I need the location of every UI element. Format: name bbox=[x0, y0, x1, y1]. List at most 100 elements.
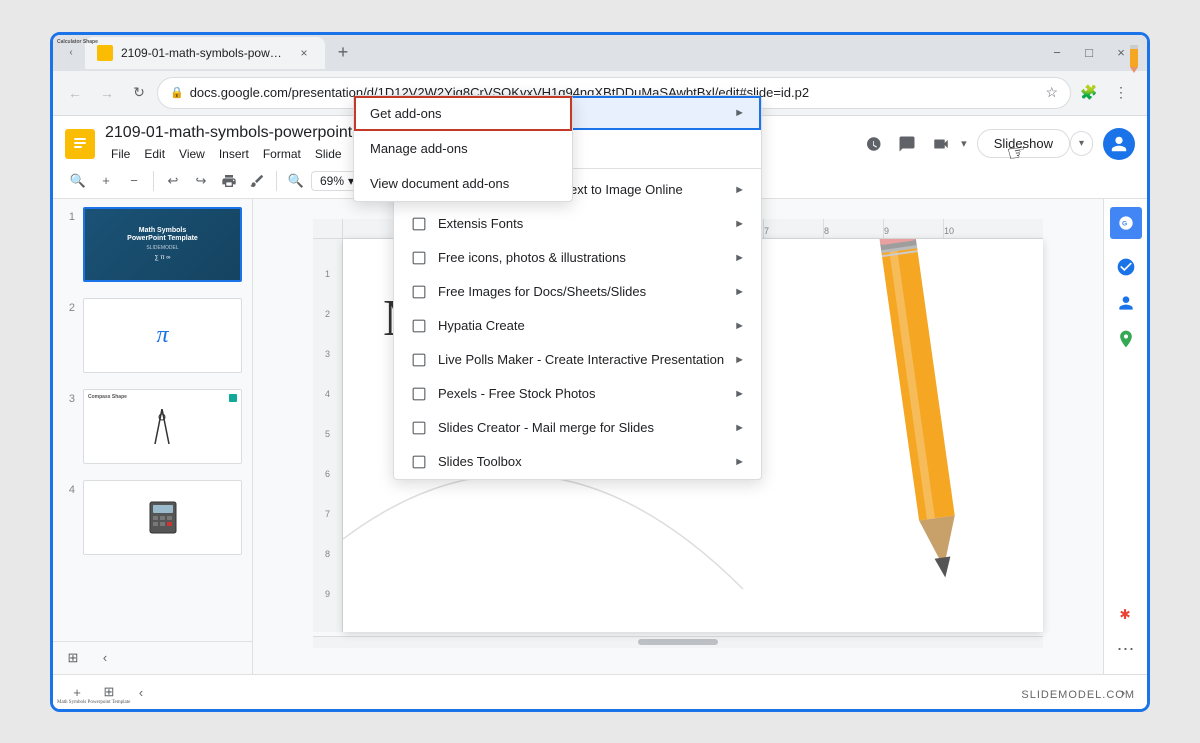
slide-preview-3: Compass Shape bbox=[83, 389, 242, 464]
zoom-value: 69% bbox=[320, 174, 344, 188]
slides-creator-chevron: ► bbox=[734, 422, 745, 434]
browser-menu-icon[interactable]: ⋮ bbox=[1107, 79, 1135, 107]
sidebar-google-icon[interactable]: G bbox=[1110, 207, 1142, 239]
slide-num-1: 1 bbox=[63, 211, 75, 223]
comments-icon[interactable] bbox=[893, 130, 921, 158]
sidebar-person-icon[interactable] bbox=[1110, 287, 1142, 319]
menu-view[interactable]: View bbox=[173, 144, 211, 164]
sidebar-asterisk-icon[interactable]: ✱ bbox=[1110, 598, 1142, 630]
thumb-content-4: Calculator Shape bbox=[84, 481, 241, 554]
sidebar-more-icon[interactable]: ⋯ bbox=[1110, 634, 1142, 666]
menu-edit[interactable]: Edit bbox=[138, 144, 171, 164]
extensions-icon[interactable]: 🧩 bbox=[1075, 79, 1103, 107]
free-images-label: Free Images for Docs/Sheets/Slides bbox=[438, 284, 646, 299]
thumb-compass bbox=[84, 404, 241, 454]
slideshow-area: Slideshow ▾ bbox=[977, 129, 1093, 158]
toolbar-zoom-out[interactable]: − bbox=[121, 168, 147, 194]
tab-close-button[interactable]: × bbox=[295, 44, 313, 62]
toolbar-zoom-search[interactable]: 🔍 bbox=[283, 168, 309, 194]
slide-thumb-3[interactable]: 3 Compass Shape bbox=[53, 381, 252, 472]
back-button[interactable]: ← bbox=[61, 79, 89, 107]
close-window-button[interactable]: × bbox=[1111, 45, 1131, 60]
camera-icon[interactable] bbox=[927, 130, 955, 158]
panel-collapse-button[interactable]: ‹ bbox=[93, 646, 117, 670]
toolbar-divider-2 bbox=[276, 171, 277, 191]
slide-num-4: 4 bbox=[63, 484, 75, 496]
tab-scroll-left[interactable]: ‹ bbox=[61, 43, 81, 63]
menu-item-free-images[interactable]: Free Images for Docs/Sheets/Slides ► bbox=[394, 275, 761, 309]
menu-item-pexels[interactable]: Pexels - Free Stock Photos ► bbox=[394, 377, 761, 411]
forward-button[interactable]: → bbox=[93, 79, 121, 107]
history-icon[interactable] bbox=[859, 130, 887, 158]
live-polls-label: Live Polls Maker - Create Interactive Pr… bbox=[438, 352, 724, 367]
svg-text:G: G bbox=[1122, 220, 1127, 227]
menu-item-hypatia[interactable]: Hypatia Create ► bbox=[394, 309, 761, 343]
slides-toolbox-label: Slides Toolbox bbox=[438, 454, 522, 469]
slides-toolbox-icon bbox=[410, 453, 428, 471]
sidebar-maps-icon[interactable] bbox=[1110, 323, 1142, 355]
ruler-tick-9: 9 bbox=[883, 219, 889, 238]
grid-view-button[interactable]: ⊞ bbox=[61, 646, 85, 670]
menu-item-live-polls[interactable]: Live Polls Maker - Create Interactive Pr… bbox=[394, 343, 761, 377]
menu-item-extensis[interactable]: Extensis Fonts ► bbox=[394, 207, 761, 241]
menu-format[interactable]: Format bbox=[257, 144, 307, 164]
extensis-label: Extensis Fonts bbox=[438, 216, 523, 231]
toolbar-undo[interactable]: ↩ bbox=[160, 168, 186, 194]
share-button[interactable] bbox=[1103, 128, 1135, 160]
tab-title: 2109-01-math-symbols-powerp... bbox=[121, 46, 287, 60]
minimize-button[interactable]: − bbox=[1047, 45, 1067, 60]
toolbar-divider-1 bbox=[153, 171, 154, 191]
new-tab-button[interactable]: + bbox=[329, 39, 357, 67]
collapse-panel-button[interactable]: ‹ bbox=[129, 680, 153, 704]
toolbar-zoom-in[interactable]: + bbox=[93, 168, 119, 194]
slide-thumb-1[interactable]: 1 Math SymbolsPowerPoint Template SLIDEM… bbox=[53, 199, 252, 290]
menu-item-free-icons[interactable]: Free icons, photos & illustrations ► bbox=[394, 241, 761, 275]
addons-chevron: ► bbox=[734, 107, 745, 119]
sidebar-check-icon[interactable] bbox=[1110, 251, 1142, 283]
bottom-bar: + ⊞ ‹ › bbox=[53, 674, 1147, 710]
maximize-button[interactable]: □ bbox=[1079, 45, 1099, 60]
view-doc-addons-label: View document add-ons bbox=[370, 176, 509, 191]
slide-preview-1: Math SymbolsPowerPoint Template SLIDEMOD… bbox=[83, 207, 242, 282]
horizontal-scrollbar[interactable] bbox=[313, 636, 1043, 648]
toolbar-search[interactable]: 🔍 bbox=[65, 168, 91, 194]
thumb-subtitle-1: SLIDEMODEL bbox=[146, 245, 178, 251]
more-dots-icon: ⋯ bbox=[1117, 639, 1135, 660]
refresh-button[interactable]: ↻ bbox=[125, 79, 153, 107]
slide-thumb-4[interactable]: 4 Calculator Shape bbox=[53, 472, 252, 563]
slides-creator-label: Slides Creator - Mail merge for Slides bbox=[438, 420, 654, 435]
toolbar-paint[interactable] bbox=[244, 168, 270, 194]
menu-item-slides-toolbox[interactable]: Slides Toolbox ► bbox=[394, 445, 761, 479]
menu-slide[interactable]: Slide bbox=[309, 144, 348, 164]
camera-dropdown[interactable]: ▾ bbox=[961, 137, 967, 150]
menu-insert[interactable]: Insert bbox=[213, 144, 255, 164]
svg-text:✱: ✱ bbox=[1119, 607, 1130, 622]
toolbar-print[interactable] bbox=[216, 168, 242, 194]
slide-preview-4: Calculator Shape bbox=[83, 480, 242, 555]
menu-item-slides-creator[interactable]: Slides Creator - Mail merge for Slides ► bbox=[394, 411, 761, 445]
v-tick-1: 1 bbox=[313, 269, 342, 279]
get-addons-label: Get add-ons bbox=[370, 106, 442, 121]
submenu-manage-addons[interactable]: Manage add-ons bbox=[354, 131, 572, 166]
v-tick-8: 8 bbox=[313, 549, 342, 559]
slide-num-3: 3 bbox=[63, 393, 75, 405]
live-polls-icon bbox=[410, 351, 428, 369]
slide-preview-2: π Math Symbols Powerpoint Template bbox=[83, 298, 242, 373]
slideshow-button[interactable]: Slideshow bbox=[977, 129, 1070, 158]
free-icons-chevron: ► bbox=[734, 252, 745, 264]
toolbar-redo[interactable]: ↪ bbox=[188, 168, 214, 194]
thumb-content-2: π Math Symbols Powerpoint Template bbox=[84, 299, 241, 372]
app-logo bbox=[65, 129, 95, 159]
submenu-get-addons[interactable]: Get add-ons bbox=[354, 96, 572, 131]
pexels-icon bbox=[410, 385, 428, 403]
ruler-tick-7: 7 bbox=[763, 219, 769, 238]
thumb-content-1: Math SymbolsPowerPoint Template SLIDEMOD… bbox=[85, 209, 240, 280]
bookmark-star-icon[interactable]: ☆ bbox=[1045, 84, 1058, 101]
submenu-view-doc-addons[interactable]: View document add-ons bbox=[354, 166, 572, 201]
slide-thumb-2[interactable]: 2 π Math Symbols Powerpoint bbox=[53, 290, 252, 381]
ruler-tick-8: 8 bbox=[823, 219, 829, 238]
menu-file[interactable]: File bbox=[105, 144, 136, 164]
slideshow-dropdown-button[interactable]: ▾ bbox=[1070, 131, 1093, 156]
scrollbar-thumb[interactable] bbox=[638, 639, 718, 645]
active-tab[interactable]: 2109-01-math-symbols-powerp... × bbox=[85, 37, 325, 69]
